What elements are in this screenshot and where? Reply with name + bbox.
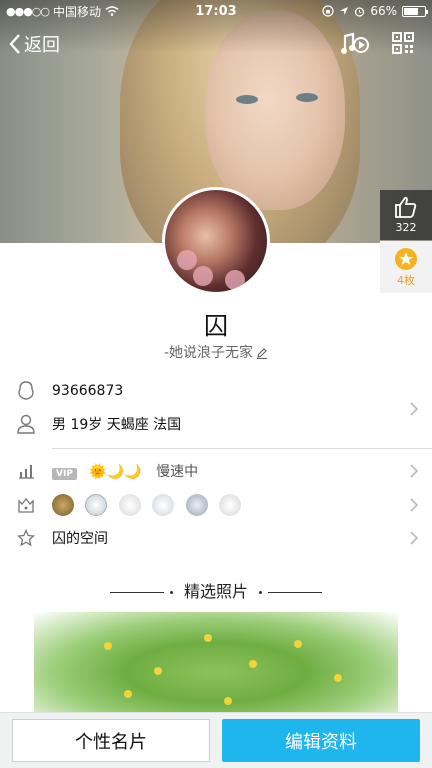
chevron-right-icon xyxy=(410,498,419,512)
gift-button[interactable]: 4枚 xyxy=(380,241,432,293)
chevron-right-icon xyxy=(410,531,419,545)
thumbs-up-icon xyxy=(395,196,417,218)
photo-flower xyxy=(124,690,132,698)
back-button[interactable]: 返回 xyxy=(8,31,60,57)
dot xyxy=(169,591,173,594)
featured-photos-heading: 精选照片 xyxy=(0,578,432,602)
star-icon xyxy=(17,529,35,547)
signal-strength: ●●●○○ xyxy=(6,4,50,18)
photo-flower xyxy=(154,667,162,675)
divider xyxy=(268,592,323,593)
personal-card-button[interactable]: 个性名片 xyxy=(12,719,210,762)
chevron-left-icon xyxy=(9,34,20,54)
lips-medal-icon xyxy=(219,494,242,516)
battery-fill xyxy=(404,7,418,15)
medal-icon xyxy=(52,494,74,516)
medals-row[interactable] xyxy=(0,493,432,517)
diamond-medal-icon xyxy=(118,494,141,516)
avatar[interactable] xyxy=(162,187,270,295)
level-chart-icon xyxy=(19,465,34,479)
level-info: VIP 🌞🌙🌙 慢速中 xyxy=(52,461,198,481)
photo-flower xyxy=(334,674,342,682)
lock-rotation-icon xyxy=(322,5,334,17)
details-row[interactable]: 男 19岁 天蝎座 法国 xyxy=(0,397,432,441)
medal-list xyxy=(52,494,248,516)
nickname: 囚 xyxy=(204,312,228,340)
photo-flower xyxy=(224,697,232,705)
dot xyxy=(259,591,263,594)
bottom-bar: 个性名片 编辑资料 xyxy=(0,712,432,768)
back-label: 返回 xyxy=(24,35,60,56)
avatar-flower xyxy=(225,270,245,290)
avatar-flower xyxy=(177,250,197,270)
level-icons: 🌞🌙🌙 xyxy=(89,464,142,480)
section-title: 精选照片 xyxy=(183,582,248,601)
star-medal-icon xyxy=(395,248,417,270)
status-bar: ●●●○○ 中国移动 17:03 66% xyxy=(0,0,432,22)
qzone-row[interactable]: 囚的空间 xyxy=(0,527,432,549)
qr-code-icon[interactable] xyxy=(392,32,414,54)
photo-flower xyxy=(249,660,257,668)
chevron-right-icon xyxy=(410,464,419,478)
wifi-icon xyxy=(105,6,119,16)
person-icon xyxy=(17,414,35,434)
chevron-right-icon xyxy=(410,402,419,416)
speed-status: 慢速中 xyxy=(156,464,199,480)
pencil-icon[interactable] xyxy=(256,347,268,359)
photo-flower xyxy=(204,634,212,642)
battery-icon xyxy=(402,5,428,17)
music-note-icon[interactable] xyxy=(340,30,370,58)
level-row[interactable]: VIP 🌞🌙🌙 慢速中 xyxy=(0,460,432,482)
carrier-name: 中国移动 xyxy=(53,4,102,19)
location-arrow-icon xyxy=(340,7,349,15)
signature-text: -她说浪子无家 xyxy=(163,345,254,361)
edit-profile-button[interactable]: 编辑资料 xyxy=(222,719,420,762)
avatar-flower xyxy=(193,266,213,286)
like-count: 322 xyxy=(395,221,417,234)
divider xyxy=(52,448,432,449)
diamond-medal-icon xyxy=(152,494,175,516)
vip-badge: VIP xyxy=(52,468,77,480)
signature[interactable]: -她说浪子无家 xyxy=(0,342,432,362)
photo-flower xyxy=(294,640,302,648)
photo-flower xyxy=(104,642,112,650)
gift-count: 4枚 xyxy=(397,274,415,287)
profile-details: 男 19岁 天蝎座 法国 xyxy=(52,417,182,433)
nav-bar: 返回 xyxy=(0,26,432,62)
crown-box-icon xyxy=(18,497,34,513)
divider xyxy=(109,592,164,593)
star-medal-icon xyxy=(185,494,208,516)
qzone-label: 囚的空间 xyxy=(52,531,108,547)
cloud-medal-icon xyxy=(85,494,108,516)
featured-photo[interactable] xyxy=(34,612,398,722)
battery-percent: 66% xyxy=(370,4,397,18)
like-button[interactable]: 322 xyxy=(380,190,432,240)
alarm-icon xyxy=(355,6,365,17)
